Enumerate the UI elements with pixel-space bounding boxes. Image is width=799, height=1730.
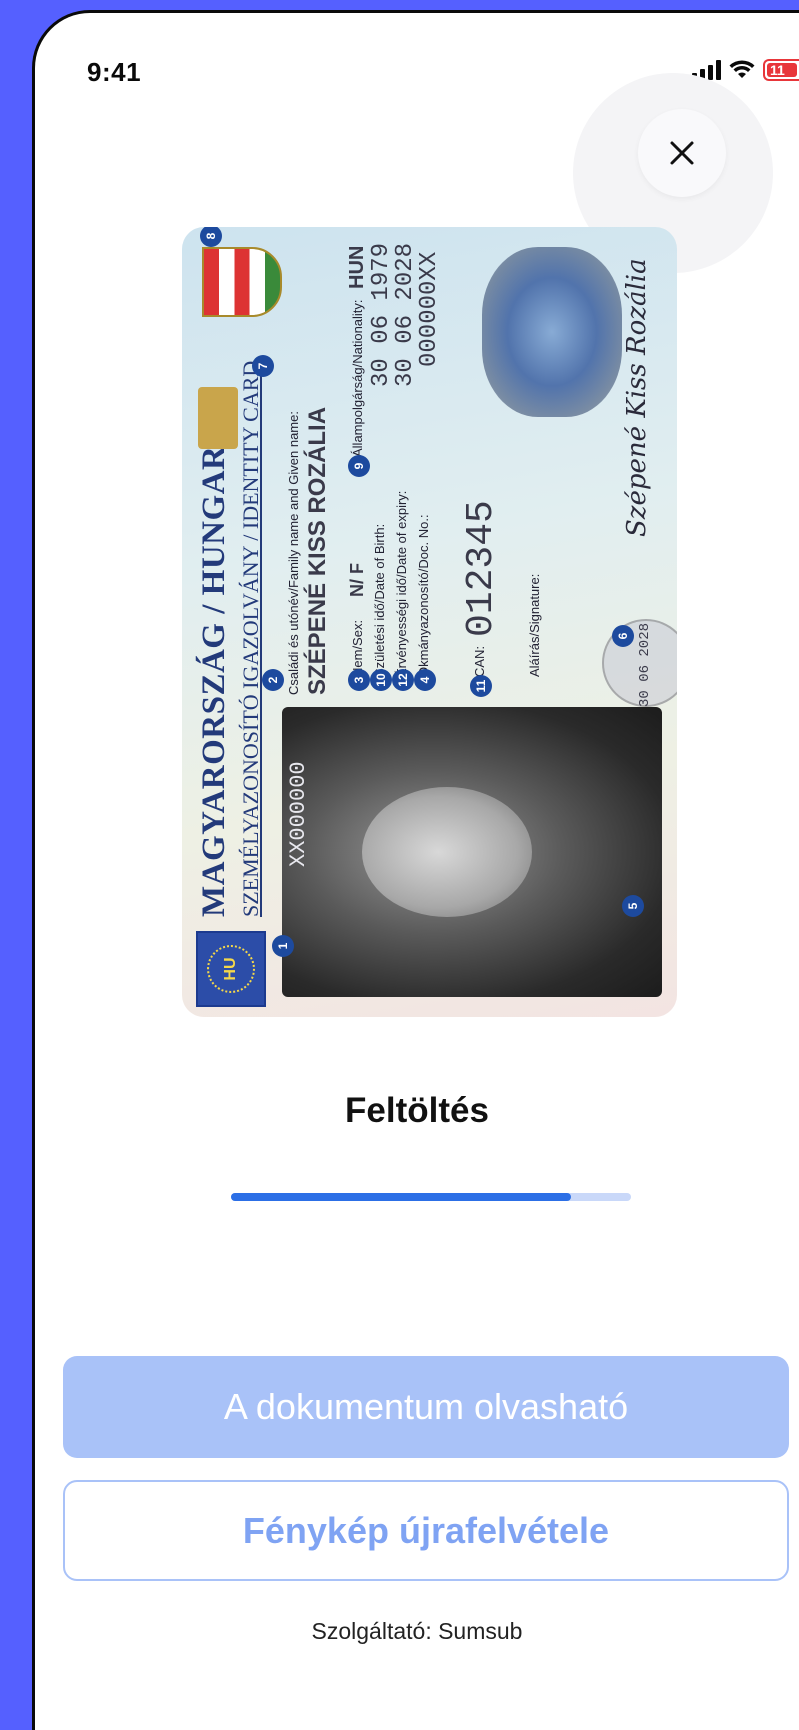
- card-marker-3: 3: [348, 669, 370, 691]
- card-birth-label: Születési idő/Date of Birth:: [372, 523, 387, 677]
- card-signature-label: Aláírás/Signature:: [527, 573, 542, 677]
- status-icons: 11: [692, 59, 799, 81]
- card-signature: Szépené Kiss Rozália: [622, 258, 652, 537]
- card-marker-2: 2: [262, 669, 284, 691]
- wifi-icon: [729, 60, 755, 80]
- card-subtitle: SZEMÉLYAZONOSÍTÓ IGAZOLVÁNY / IDENTITY C…: [238, 360, 263, 917]
- card-name: SZÉPENÉ KISS ROZÁLIA: [304, 406, 331, 695]
- eu-flag: HU: [196, 931, 266, 1007]
- card-photo: [282, 707, 662, 997]
- card-marker-6: 6: [612, 625, 634, 647]
- phone-screen: 9:41 11 HU MAGYARORSZÁG / HUNGARY SZEMÉL…: [32, 10, 799, 1730]
- card-marker-9: 9: [348, 455, 370, 477]
- card-expiry-label: Érvényességi idő/Date of expiry:: [394, 490, 409, 677]
- eu-flag-stars: HU: [207, 945, 255, 993]
- card-marker-7: 7: [252, 355, 274, 377]
- document-readable-button[interactable]: A dokumentum olvasható: [63, 1356, 789, 1458]
- card-marker-12: 12: [392, 669, 414, 691]
- close-button[interactable]: [638, 109, 726, 197]
- card-name-label: Családi és utónév/Family name and Given …: [286, 411, 301, 695]
- id-card-image: HU MAGYARORSZÁG / HUNGARY SZEMÉLYAZONOSÍ…: [182, 227, 677, 1017]
- card-sex: N/ F: [347, 563, 367, 597]
- upload-progress-fill: [231, 1193, 571, 1201]
- card-marker-10: 10: [370, 669, 392, 691]
- retake-photo-button[interactable]: Fénykép újrafelvétele: [63, 1480, 789, 1581]
- card-photo-face: [362, 787, 532, 917]
- card-can-number: 012345: [460, 500, 503, 637]
- id-card-content: HU MAGYARORSZÁG / HUNGARY SZEMÉLYAZONOSÍ…: [182, 227, 677, 1017]
- card-seal-date: 30 06 2028: [637, 622, 653, 707]
- upload-title: Feltöltés: [345, 1091, 489, 1130]
- battery-level: 11: [767, 63, 797, 77]
- status-time: 9:41: [87, 57, 142, 87]
- card-title: MAGYARORSZÁG / HUNGARY: [196, 422, 232, 917]
- card-nationality: HUN: [346, 245, 368, 289]
- card-hologram: [482, 247, 622, 417]
- card-marker-4: 4: [414, 669, 436, 691]
- card-chip-icon: [198, 387, 238, 449]
- card-can-label: CAN:: [472, 645, 487, 677]
- provider-text: Szolgáltató: Sumsub: [311, 1618, 523, 1644]
- card-marker-5: 5: [622, 895, 644, 917]
- card-doc-number: 000000XX: [416, 251, 443, 367]
- close-icon: [670, 141, 694, 165]
- card-nationality-label: Állampolgárság/Nationality:: [350, 299, 365, 457]
- card-photo-code: XX000000: [286, 761, 311, 867]
- battery-icon: 11: [763, 59, 799, 81]
- card-doc-label: Okmányazonosító/Doc. No.:: [416, 514, 431, 677]
- card-expiry-date: 30 06 2028: [392, 242, 419, 387]
- card-marker-1: 1: [272, 935, 294, 957]
- card-birth-date: 30 06 1979: [368, 242, 395, 387]
- card-marker-8: 8: [200, 227, 222, 247]
- card-marker-11: 11: [470, 675, 492, 697]
- upload-progress-bar: [231, 1193, 631, 1201]
- coat-of-arms-icon: [202, 247, 282, 317]
- eu-flag-code: HU: [222, 957, 239, 981]
